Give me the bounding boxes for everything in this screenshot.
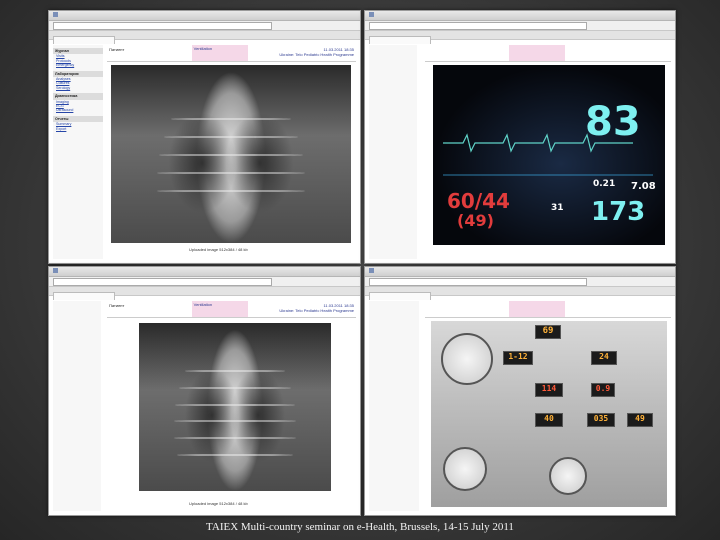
sidebar-link[interactable]: Export [53, 127, 103, 131]
browser-tab[interactable] [53, 292, 115, 300]
sidebar: Журнал Visits Protocols Emergency Лабора… [53, 45, 103, 259]
screenshot-xray-2: Патиент Ventilation 11.03.2011 18:35 Ukr… [48, 266, 361, 516]
tab-bar [49, 287, 360, 300]
display-1: 69 [535, 325, 561, 339]
display-7: 035 [587, 413, 615, 427]
sidebar [53, 301, 101, 511]
sidebar-link[interactable]: Serology [53, 86, 103, 90]
record-header [425, 45, 671, 62]
record-header: Патиент Ventilation 11.03.2011 18:35 Ukr… [107, 301, 356, 318]
status-badge: Ventilation [191, 45, 249, 61]
screenshot-ventilator: 69 1-12 24 114 0.9 40 035 49 [364, 266, 676, 516]
image-caption: Uploaded image 512x384 / 48 kb [189, 501, 248, 506]
browser-tab[interactable] [53, 36, 115, 44]
xray-image[interactable] [111, 65, 351, 243]
record-header: Патиент Ventilation 11.03.2011 18:35 Ukr… [107, 45, 356, 62]
browser-titlebar [365, 267, 675, 277]
image-caption: Uploaded image 512x384 / 48 kb [189, 247, 248, 252]
xray-image[interactable] [139, 323, 331, 491]
url-field[interactable] [369, 277, 588, 286]
browser-titlebar [365, 11, 675, 21]
browser-titlebar [49, 267, 360, 277]
sidebar-link[interactable]: Ultrasound [53, 108, 103, 112]
display-6: 40 [535, 413, 563, 427]
status-badge [508, 301, 565, 317]
address-bar[interactable] [365, 21, 675, 31]
patient-label: Патиент [109, 303, 125, 308]
sidebar [369, 45, 417, 259]
programme-name: Ukraine: Telo Pediatric Health Programme [279, 308, 354, 313]
browser-icon [369, 12, 374, 18]
status-badge [508, 45, 565, 61]
tab-bar [365, 31, 675, 44]
aux-value-2: 7.08 [631, 181, 656, 192]
pressure-gauge [441, 333, 493, 385]
timestamp-and-programme: 11.03.2011 18:35 Ukraine: Telo Pediatric… [279, 47, 354, 57]
timestamp-and-programme: 11.03.2011 18:35 Ukraine: Telo Pediatric… [279, 303, 354, 313]
tab-bar [365, 287, 675, 300]
address-bar[interactable] [365, 277, 675, 287]
url-field[interactable] [53, 277, 272, 286]
bp-value: 60/44 [447, 189, 510, 213]
sidebar [369, 301, 419, 511]
display-4: 114 [535, 383, 563, 397]
display-3: 24 [591, 351, 617, 365]
browser-tab[interactable] [369, 36, 431, 44]
display-2: 1-12 [503, 351, 533, 365]
monitor-photo[interactable]: 83 60/44 (49) 173 0.21 7.08 31 [433, 65, 665, 245]
sidebar-link[interactable]: Emergency [53, 63, 103, 67]
browser-titlebar [49, 11, 360, 21]
status-badge: Ventilation [191, 301, 249, 317]
heart-rate-value: 83 [585, 99, 641, 145]
tab-bar [49, 31, 360, 44]
oxygen-gauge [549, 457, 587, 495]
spo2-value: 173 [591, 197, 646, 227]
programme-name: Ukraine: Telo Pediatric Health Programme [279, 52, 354, 57]
display-8: 49 [627, 413, 653, 427]
patient-label: Патиент [109, 47, 125, 52]
browser-tab[interactable] [369, 292, 431, 300]
browser-icon [53, 268, 58, 274]
screenshot-monitor: 83 60/44 (49) 173 0.21 7.08 31 [364, 10, 676, 264]
address-bar[interactable] [49, 277, 360, 287]
screenshot-xray-1: Журнал Visits Protocols Emergency Лабора… [48, 10, 361, 264]
record-header [425, 301, 671, 318]
aux-value-3: 31 [551, 203, 564, 213]
bp-mean-value: (49) [457, 211, 494, 230]
address-bar[interactable] [49, 21, 360, 31]
browser-icon [369, 268, 374, 274]
url-field[interactable] [369, 21, 588, 30]
slide-caption: TAIEX Multi-country seminar on e-Health,… [206, 521, 514, 533]
aux-value-1: 0.21 [593, 179, 616, 189]
browser-icon [53, 12, 58, 18]
display-5: 0.9 [591, 383, 615, 397]
ventilator-photo[interactable]: 69 1-12 24 114 0.9 40 035 49 [431, 321, 667, 507]
flow-gauge [443, 447, 487, 491]
url-field[interactable] [53, 21, 272, 30]
